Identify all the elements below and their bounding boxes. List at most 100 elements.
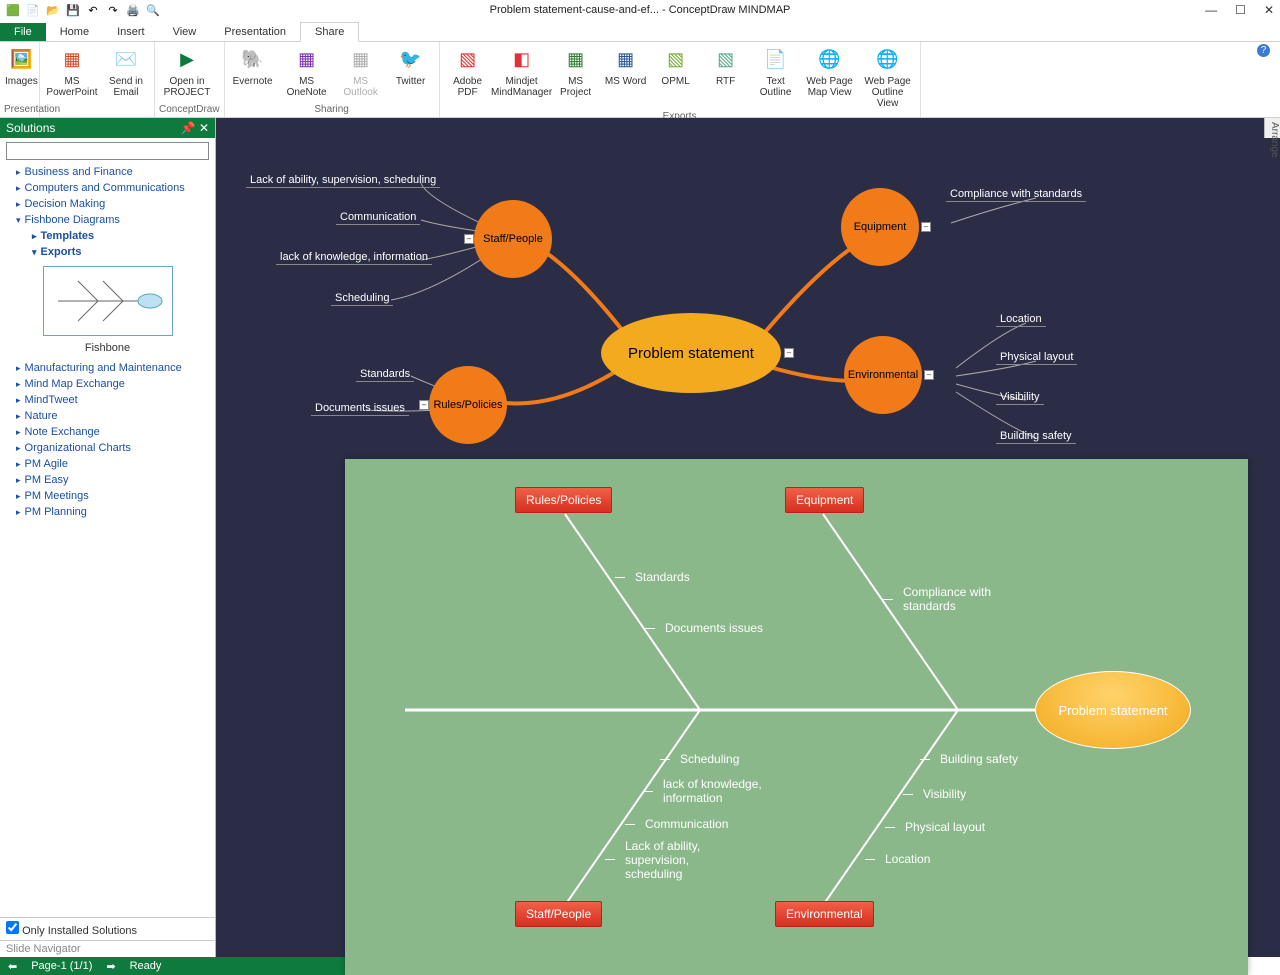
equipment-node[interactable]: Equipment xyxy=(841,188,919,266)
sidebar-item-mmexchange[interactable]: Mind Map Exchange xyxy=(0,376,215,392)
open-in-project-button[interactable]: ▶Open in PROJECT xyxy=(159,44,215,100)
evernote-button[interactable]: 🐘Evernote xyxy=(229,44,277,100)
expand-staff-icon[interactable]: – xyxy=(464,234,474,244)
sidebar-item-manufacturing[interactable]: Manufacturing and Maintenance xyxy=(0,360,215,376)
sidebar-item-noteexchange[interactable]: Note Exchange xyxy=(0,424,215,440)
sidebar-item-pmeasy[interactable]: PM Easy xyxy=(0,472,215,488)
app-icon: 🟩 xyxy=(6,3,20,17)
staff-node[interactable]: Staff/People xyxy=(474,200,552,278)
opml-button[interactable]: ▧OPML xyxy=(652,44,700,111)
status-bar: ⬅ Page-1 (1/1) ➡ Ready xyxy=(0,957,350,975)
arrange-side-tab[interactable]: Arrange xyxy=(1264,118,1280,138)
webpage-outlineview-button[interactable]: 🌐Web Page Outline View xyxy=(860,44,916,111)
sidebar-item-business[interactable]: Business and Finance xyxy=(0,164,215,180)
new-icon[interactable]: 📄 xyxy=(26,3,40,17)
sidebar-item-nature[interactable]: Nature xyxy=(0,408,215,424)
mindjet-button[interactable]: ◧Mindjet MindManager xyxy=(494,44,550,111)
msword-button[interactable]: ▦MS Word xyxy=(602,44,650,111)
twitter-button[interactable]: 🐦Twitter xyxy=(387,44,435,100)
frule-0: Standards xyxy=(635,570,690,584)
only-installed-checkbox[interactable] xyxy=(6,921,19,934)
undo-icon[interactable]: ↶ xyxy=(86,3,100,17)
sidebar-item-pmplanning[interactable]: PM Planning xyxy=(0,504,215,520)
sidebar-item-fishbone[interactable]: Fishbone Diagrams xyxy=(0,212,215,228)
presentation-tab[interactable]: Presentation xyxy=(210,23,300,41)
close-panel-icon[interactable]: ✕ xyxy=(199,121,209,135)
text-outline-button[interactable]: 📄Text Outline xyxy=(752,44,800,111)
expand-env-icon[interactable]: – xyxy=(924,370,934,380)
expand-rules-icon[interactable]: – xyxy=(419,400,429,410)
help-icon[interactable]: ? xyxy=(1257,44,1270,57)
fcat-rules[interactable]: Rules/Policies xyxy=(515,487,612,513)
rtf-button[interactable]: ▧RTF xyxy=(702,44,750,111)
fenv-1: Visibility xyxy=(923,787,966,801)
sidebar-item-templates[interactable]: Templates xyxy=(0,228,215,244)
view-tab[interactable]: View xyxy=(159,23,211,41)
redo-icon[interactable]: ↷ xyxy=(106,3,120,17)
file-menu[interactable]: File xyxy=(0,23,46,41)
sidebar-item-decision[interactable]: Decision Making xyxy=(0,196,215,212)
presentation-group-label: Presentation xyxy=(4,104,35,115)
frule-1: Documents issues xyxy=(665,621,763,635)
minimize-button[interactable]: — xyxy=(1205,3,1217,17)
msoutlook-button[interactable]: ▦MS Outlook xyxy=(337,44,385,100)
staff-leaf-1[interactable]: Communication xyxy=(336,211,420,225)
staff-leaf-2[interactable]: lack of knowledge, information xyxy=(276,251,432,265)
expand-equipment-icon[interactable]: – xyxy=(921,222,931,232)
msword-label: MS Word xyxy=(605,76,647,87)
send-email-button[interactable]: ✉️Send in Email xyxy=(102,44,150,100)
staff-leaf-0[interactable]: Lack of ability, supervision, scheduling xyxy=(246,174,440,188)
fishbone-thumbnail[interactable] xyxy=(43,266,173,336)
fishbone-head[interactable]: Problem statement xyxy=(1035,671,1191,749)
home-tab[interactable]: Home xyxy=(46,23,103,41)
sidebar-item-pmmeetings[interactable]: PM Meetings xyxy=(0,488,215,504)
conceptdraw-group-label: ConceptDraw xyxy=(159,104,220,115)
center-node[interactable]: Problem statement xyxy=(601,313,781,393)
images-button[interactable]: 🖼️Images xyxy=(4,44,39,89)
sidebar-item-computers[interactable]: Computers and Communications xyxy=(0,180,215,196)
fenv-3: Location xyxy=(885,852,930,866)
rules-node[interactable]: Rules/Policies xyxy=(429,366,507,444)
env-leaf-1[interactable]: Physical layout xyxy=(996,351,1077,365)
solutions-search-input[interactable] xyxy=(6,142,209,160)
sidebar-item-pmagile[interactable]: PM Agile xyxy=(0,456,215,472)
page-indicator: Page-1 (1/1) xyxy=(31,960,92,972)
sidebar-item-orgcharts[interactable]: Organizational Charts xyxy=(0,440,215,456)
close-button[interactable]: ✕ xyxy=(1264,3,1274,17)
fcat-env[interactable]: Environmental xyxy=(775,901,874,927)
fcat-equipment[interactable]: Equipment xyxy=(785,487,864,513)
save-icon[interactable]: 💾 xyxy=(66,3,80,17)
staff-leaf-3[interactable]: Scheduling xyxy=(331,292,393,306)
env-leaf-0[interactable]: Location xyxy=(996,313,1046,327)
rules-leaf-0[interactable]: Standards xyxy=(356,368,414,382)
env-leaf-3[interactable]: Building safety xyxy=(996,430,1076,444)
opml-label: OPML xyxy=(661,76,689,87)
preview-icon[interactable]: 🔍 xyxy=(146,3,160,17)
msonenote-button[interactable]: ▦MS OneNote xyxy=(279,44,335,100)
insert-tab[interactable]: Insert xyxy=(103,23,159,41)
print-icon[interactable]: 🖨️ xyxy=(126,3,140,17)
env-leaf-2[interactable]: Visibility xyxy=(996,391,1044,405)
fstaff-1: lack of knowledge, information xyxy=(663,777,783,805)
webpage-mapview-button[interactable]: 🌐Web Page Map View xyxy=(802,44,858,111)
open-icon[interactable]: 📂 xyxy=(46,3,60,17)
pin-icon[interactable]: 📌 xyxy=(181,121,196,135)
rules-leaf-1[interactable]: Documents issues xyxy=(311,402,409,416)
ms-powerpoint-button[interactable]: ▦MS PowerPoint xyxy=(44,44,100,100)
fstaff-2: Communication xyxy=(645,817,728,831)
expand-center-icon[interactable]: – xyxy=(784,348,794,358)
share-tab[interactable]: Share xyxy=(300,22,359,42)
sidebar-item-mindtweet[interactable]: MindTweet xyxy=(0,392,215,408)
env-node[interactable]: Environmental xyxy=(844,336,922,414)
adobe-pdf-button[interactable]: ▧Adobe PDF xyxy=(444,44,492,111)
mindjet-label: Mindjet MindManager xyxy=(491,76,552,98)
maximize-button[interactable]: ☐ xyxy=(1235,3,1246,17)
msproject-button[interactable]: ▦MS Project xyxy=(552,44,600,111)
fstaff-3: Lack of ability, supervision, scheduling xyxy=(625,839,725,881)
fenv-0: Building safety xyxy=(940,752,1018,766)
equip-leaf-0[interactable]: Compliance with standards xyxy=(946,188,1086,202)
next-page-icon[interactable]: ➡ xyxy=(106,960,115,973)
prev-page-icon[interactable]: ⬅ xyxy=(8,960,17,973)
sidebar-item-exports[interactable]: Exports xyxy=(0,244,215,260)
fcat-staff[interactable]: Staff/People xyxy=(515,901,602,927)
